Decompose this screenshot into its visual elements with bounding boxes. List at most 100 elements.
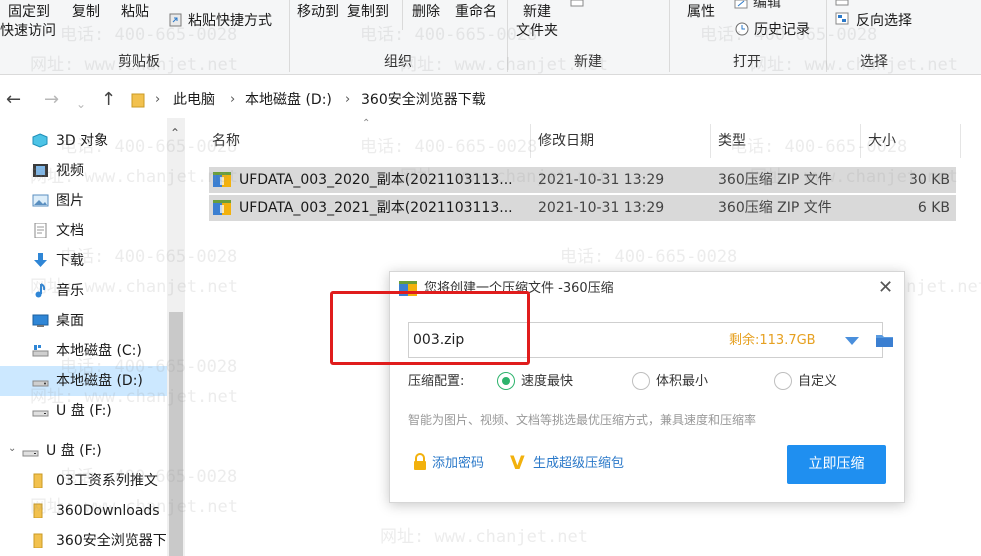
close-icon[interactable]: ✕ [878,277,893,299]
nav-item-folder-360downloads[interactable]: 360Downloads [0,496,167,526]
nav-item-downloads[interactable]: 下载 [0,246,167,276]
column-header-type[interactable]: 类型 [718,131,746,151]
fastest-radio[interactable] [497,372,515,390]
move-to-button[interactable]: 移动到 [297,3,339,21]
column-divider[interactable] [710,124,711,158]
folder-icon [33,473,43,488]
pin-quick-access-line1[interactable]: 固定到 [8,3,50,21]
custom-radio-label[interactable]: 自定义 [798,373,837,391]
zip-archive-icon [213,172,231,187]
chevron-down-icon[interactable] [845,337,859,345]
clipboard-group-label: 剪贴板 [118,54,160,70]
history-button[interactable]: 历史记录 [754,21,810,39]
nav-item-drive-d[interactable]: 本地磁盘 (D:) [0,366,167,396]
nav-item-music[interactable]: 音乐 [0,276,167,306]
file-type: 360压缩 ZIP 文件 [718,200,832,216]
folder-icon [131,93,145,108]
nav-item-usb-drive-root[interactable]: ⌄ U 盘 (F:) [0,436,167,466]
organize-group-label: 组织 [384,54,412,70]
watermark-phone: 电话: 400-665-0028 [560,247,738,267]
paste-button[interactable]: 粘贴 [121,3,149,21]
breadcrumb-separator[interactable]: › [155,90,160,110]
column-divider[interactable] [860,124,861,158]
sort-indicator-icon: ⌃ [362,118,371,129]
file-type: 360压缩 ZIP 文件 [718,172,832,188]
nav-item-pictures[interactable]: 图片 [0,186,167,216]
nav-scrollbar-thumb[interactable] [169,312,183,556]
usb-drive-icon [22,450,39,457]
column-header-date[interactable]: 修改日期 [538,131,594,151]
nav-item-label: 360安全浏览器下 [56,533,167,549]
breadcrumb-drive-d[interactable]: 本地磁盘 (D:) [245,90,332,110]
3d-objects-icon [32,133,48,148]
breadcrumb-this-pc[interactable]: 此电脑 [173,90,215,110]
ribbon-divider [826,0,827,72]
watermark-phone: 电话: 400-665-0028 [360,137,538,157]
file-row[interactable]: UFDATA_003_2021_副本(2021103113... 2021-10… [209,195,956,221]
navigation-pane: 3D 对象 视频 图片 文档 下载 音乐 桌面 本地磁盘 (C:) 本地磁盘 (… [0,118,185,556]
edit-icon [734,0,748,9]
copy-button[interactable]: 复制 [72,3,100,21]
nav-item-label: 360Downloads [56,503,160,519]
copy-to-button[interactable]: 复制到 [347,3,389,21]
nav-item-label: 文档 [56,223,84,239]
history-icon [735,22,749,36]
chevron-down-icon[interactable]: ⌄ [8,443,16,454]
nav-item-label: 本地磁盘 (C:) [56,343,142,359]
file-row[interactable]: UFDATA_003_2020_副本(2021103113... 2021-10… [209,167,956,193]
breadcrumb-current-folder[interactable]: 360安全浏览器下载 [361,90,486,110]
music-folder-icon [35,283,46,298]
file-size: 6 KB [917,200,950,216]
rename-button[interactable]: 重命名 [455,3,497,21]
recent-locations-button[interactable]: ⌄ [76,93,86,115]
ribbon-divider [507,0,508,72]
breadcrumb-separator[interactable]: › [230,90,235,110]
nav-item-drive-c[interactable]: 本地磁盘 (C:) [0,336,167,366]
custom-radio[interactable] [774,372,792,390]
file-date: 2021-10-31 13:29 [538,172,665,188]
add-password-link[interactable]: 添加密码 [432,455,484,473]
smallest-radio[interactable] [632,372,650,390]
highlight-annotation [330,291,530,365]
column-divider[interactable] [530,124,531,158]
invert-selection-icon [835,12,849,25]
paste-shortcut-button[interactable]: 粘贴快捷方式 [188,12,272,30]
file-name: UFDATA_003_2021_副本(2021103113... [239,200,513,216]
select-group-label: 选择 [860,54,888,70]
nav-item-usb-drive[interactable]: U 盘 (F:) [0,396,167,426]
fastest-radio-label[interactable]: 速度最快 [521,373,573,391]
column-header-name[interactable]: 名称 [212,131,240,151]
invert-selection-button[interactable]: 反向选择 [856,12,912,30]
scroll-up-arrow-icon[interactable]: ⌃ [170,126,180,140]
up-button[interactable]: ↑ [101,89,116,111]
smallest-radio-label[interactable]: 体积最小 [656,373,708,391]
new-folder-line1[interactable]: 新建 [523,3,551,21]
new-folder-line2[interactable]: 文件夹 [516,22,558,40]
file-date: 2021-10-31 13:29 [538,200,665,216]
breadcrumb-separator[interactable]: › [345,90,350,110]
desktop-folder-icon [32,314,49,327]
properties-button[interactable]: 属性 [687,3,715,21]
ribbon-divider [669,0,670,72]
super-compress-link[interactable]: 生成超级压缩包 [533,455,624,473]
browse-folder-icon[interactable] [875,332,894,348]
downloads-folder-icon [34,253,47,267]
compress-now-button[interactable]: 立即压缩 [787,445,886,484]
forward-button[interactable]: → [44,89,59,111]
nav-item-3d-objects[interactable]: 3D 对象 [0,126,167,156]
nav-item-folder-360browser[interactable]: 360安全浏览器下 [0,526,167,556]
nav-item-documents[interactable]: 文档 [0,216,167,246]
paste-shortcut-icon [169,13,182,27]
nav-item-label: 本地磁盘 (D:) [56,373,143,389]
delete-button[interactable]: 删除 [412,3,440,21]
back-button[interactable]: ← [6,89,21,111]
edit-button[interactable]: 编辑 [753,0,781,12]
ribbon: 固定到 快速访问 复制 粘贴 粘贴快捷方式 剪贴板 移动到 复制到 删除 重命名… [0,0,981,75]
pin-quick-access-line2[interactable]: 快速访问 [0,22,56,40]
nav-item-label: 3D 对象 [56,133,109,149]
nav-item-videos[interactable]: 视频 [0,156,167,186]
nav-item-folder-payroll[interactable]: 03工资系列推文 [0,466,167,496]
column-header-size[interactable]: 大小 [868,131,896,151]
nav-item-desktop[interactable]: 桌面 [0,306,167,336]
column-divider[interactable] [960,124,961,158]
